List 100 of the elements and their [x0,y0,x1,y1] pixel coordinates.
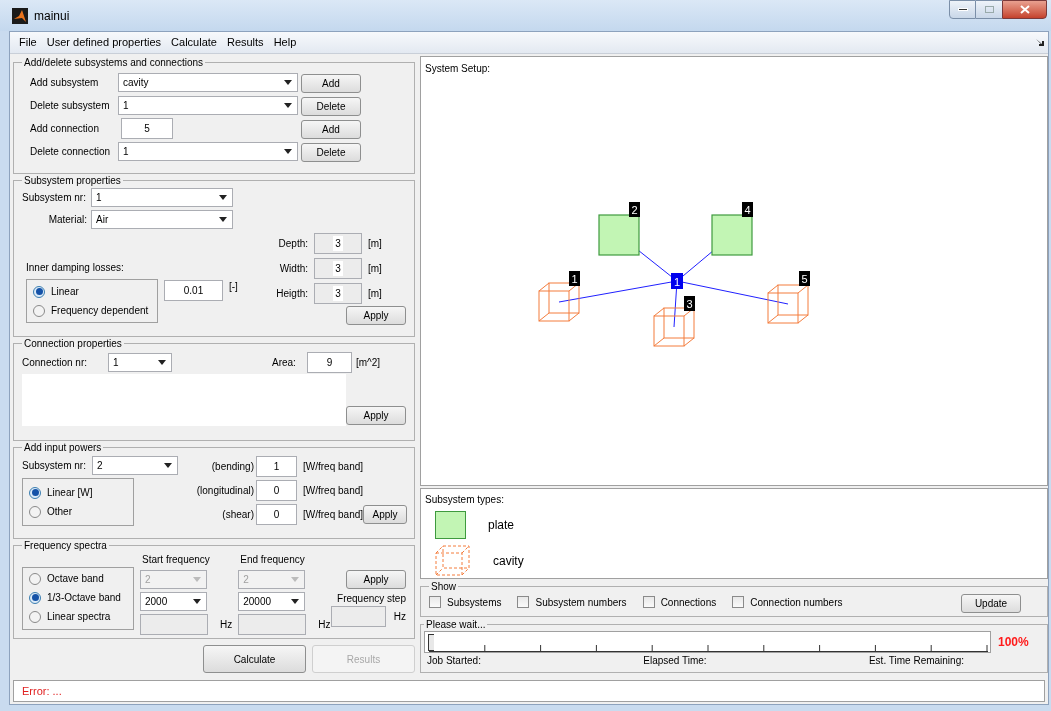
input-field[interactable] [330,606,386,627]
button[interactable]: Apply [346,406,406,425]
checkbox[interactable]: Subsystems [429,594,502,610]
label: Hz [220,618,233,632]
error-message: Error: ... [22,683,62,699]
label: cavity [493,553,524,570]
minimize-button[interactable] [949,0,976,19]
input-field[interactable] [238,614,307,635]
button[interactable]: Apply [346,570,406,589]
dropdown[interactable]: 1 [108,352,172,372]
cavity-cube-icon [435,545,471,577]
minimize-icon [957,8,968,11]
group-title: Frequency spectra [23,539,108,552]
menu-item[interactable]: Calculate [166,34,222,51]
label: Inner damping losses: [26,261,125,275]
input-field[interactable]: 0.01 [164,280,223,301]
input-field[interactable]: 9 [307,351,352,373]
label: Connection nr: [22,355,89,370]
radio-button[interactable]: Linear spectra [29,607,127,626]
label: Elapsed Time: [643,654,707,668]
dropdown[interactable]: cavity [118,72,298,92]
maximize-button[interactable] [976,0,1002,19]
input-field[interactable]: 1 [256,455,297,477]
label: plate [488,517,515,534]
menu-item[interactable]: Help [268,34,302,51]
group-title: Add/delete subsystems and connections [23,56,204,69]
button[interactable]: Apply [363,505,408,524]
group-title: Add input powers [23,441,103,454]
checkbox[interactable]: Connections [642,594,717,610]
input-field[interactable]: 0 [256,479,297,501]
label: Subsystem nr: [22,458,87,473]
label: (shear) [221,507,255,522]
dock-arrow-icon[interactable] [1036,39,1044,46]
cavity-node [538,282,580,322]
number-tag: 1 [569,271,580,286]
label: Job Started: [427,654,481,668]
dropdown[interactable]: 1 [91,188,233,207]
connection-tag: 1 [671,273,683,289]
menu-item[interactable]: File [14,34,42,51]
label: Delete connection [30,144,112,159]
label: Width: [278,262,309,276]
group-title: Show [430,580,457,593]
radio-button[interactable]: Frequency dependent [33,301,151,320]
menu-item[interactable]: User defined properties [41,34,167,51]
radio-button[interactable]: Other [29,502,127,521]
label: Hz [393,610,406,624]
group-title: Please wait... [425,618,487,631]
input-field[interactable]: 0 [256,503,297,525]
plate-swatch-icon [435,511,466,539]
group-title: Subsystem properties [23,174,122,187]
dropdown[interactable]: 2 [92,455,178,475]
maximize-icon [984,6,994,13]
label: [m^2] [356,355,381,370]
number-tag: 5 [799,271,810,286]
radio-button[interactable]: 1/3-Octave band [29,588,127,607]
group-title: Connection properties [23,337,123,350]
radio-button[interactable]: Linear [W] [29,483,127,502]
number-tag: 4 [742,202,753,217]
close-button[interactable] [1002,0,1047,19]
dropdown[interactable]: 20000 [238,592,306,611]
plate-node [598,214,640,256]
button[interactable]: Delete [301,143,361,162]
radio-button[interactable]: Linear [33,282,151,301]
plate-node [711,214,753,256]
button[interactable]: Update [961,594,1021,613]
label: [m] [368,262,382,276]
input-field[interactable]: 5 [121,117,173,139]
menu-item[interactable]: Results [221,34,269,51]
close-icon [1019,5,1030,14]
input-field[interactable] [140,614,208,635]
label: End frequency [239,553,306,567]
label: Hz [318,618,331,632]
checkbox[interactable]: Subsystem numbers [517,594,627,610]
label: Frequency step [337,592,406,606]
label: Subsystem nr: [22,191,87,205]
button[interactable]: Add [301,120,361,139]
button[interactable]: Delete [301,97,361,116]
label: Est. Time Remaining: [868,654,964,668]
label: [W/freq band] [303,483,364,498]
label: [m] [368,287,382,301]
button[interactable]: Apply [346,306,406,325]
checkbox[interactable]: Connection numbers [732,594,843,610]
label: (longitudinal) [195,483,255,498]
label: Add connection [30,121,100,136]
cavity-node [767,284,809,324]
label: Start frequency [141,553,211,567]
button[interactable]: Add [301,74,361,93]
radio-button[interactable]: Octave band [29,569,127,588]
label: [-] [229,280,238,294]
label: (bending) [210,459,255,474]
label: Depth: [277,237,309,251]
dropdown[interactable]: 2000 [140,592,207,611]
app-logo-icon [12,7,28,24]
dropdown[interactable]: 1 [118,141,298,161]
dropdown[interactable]: 1 [118,95,298,115]
label: Heigth: [275,287,309,301]
dropdown[interactable]: Air [91,210,233,229]
label: Subsystem types: [425,493,505,507]
button[interactable]: Calculate [203,645,306,673]
cavity-node [653,307,695,347]
